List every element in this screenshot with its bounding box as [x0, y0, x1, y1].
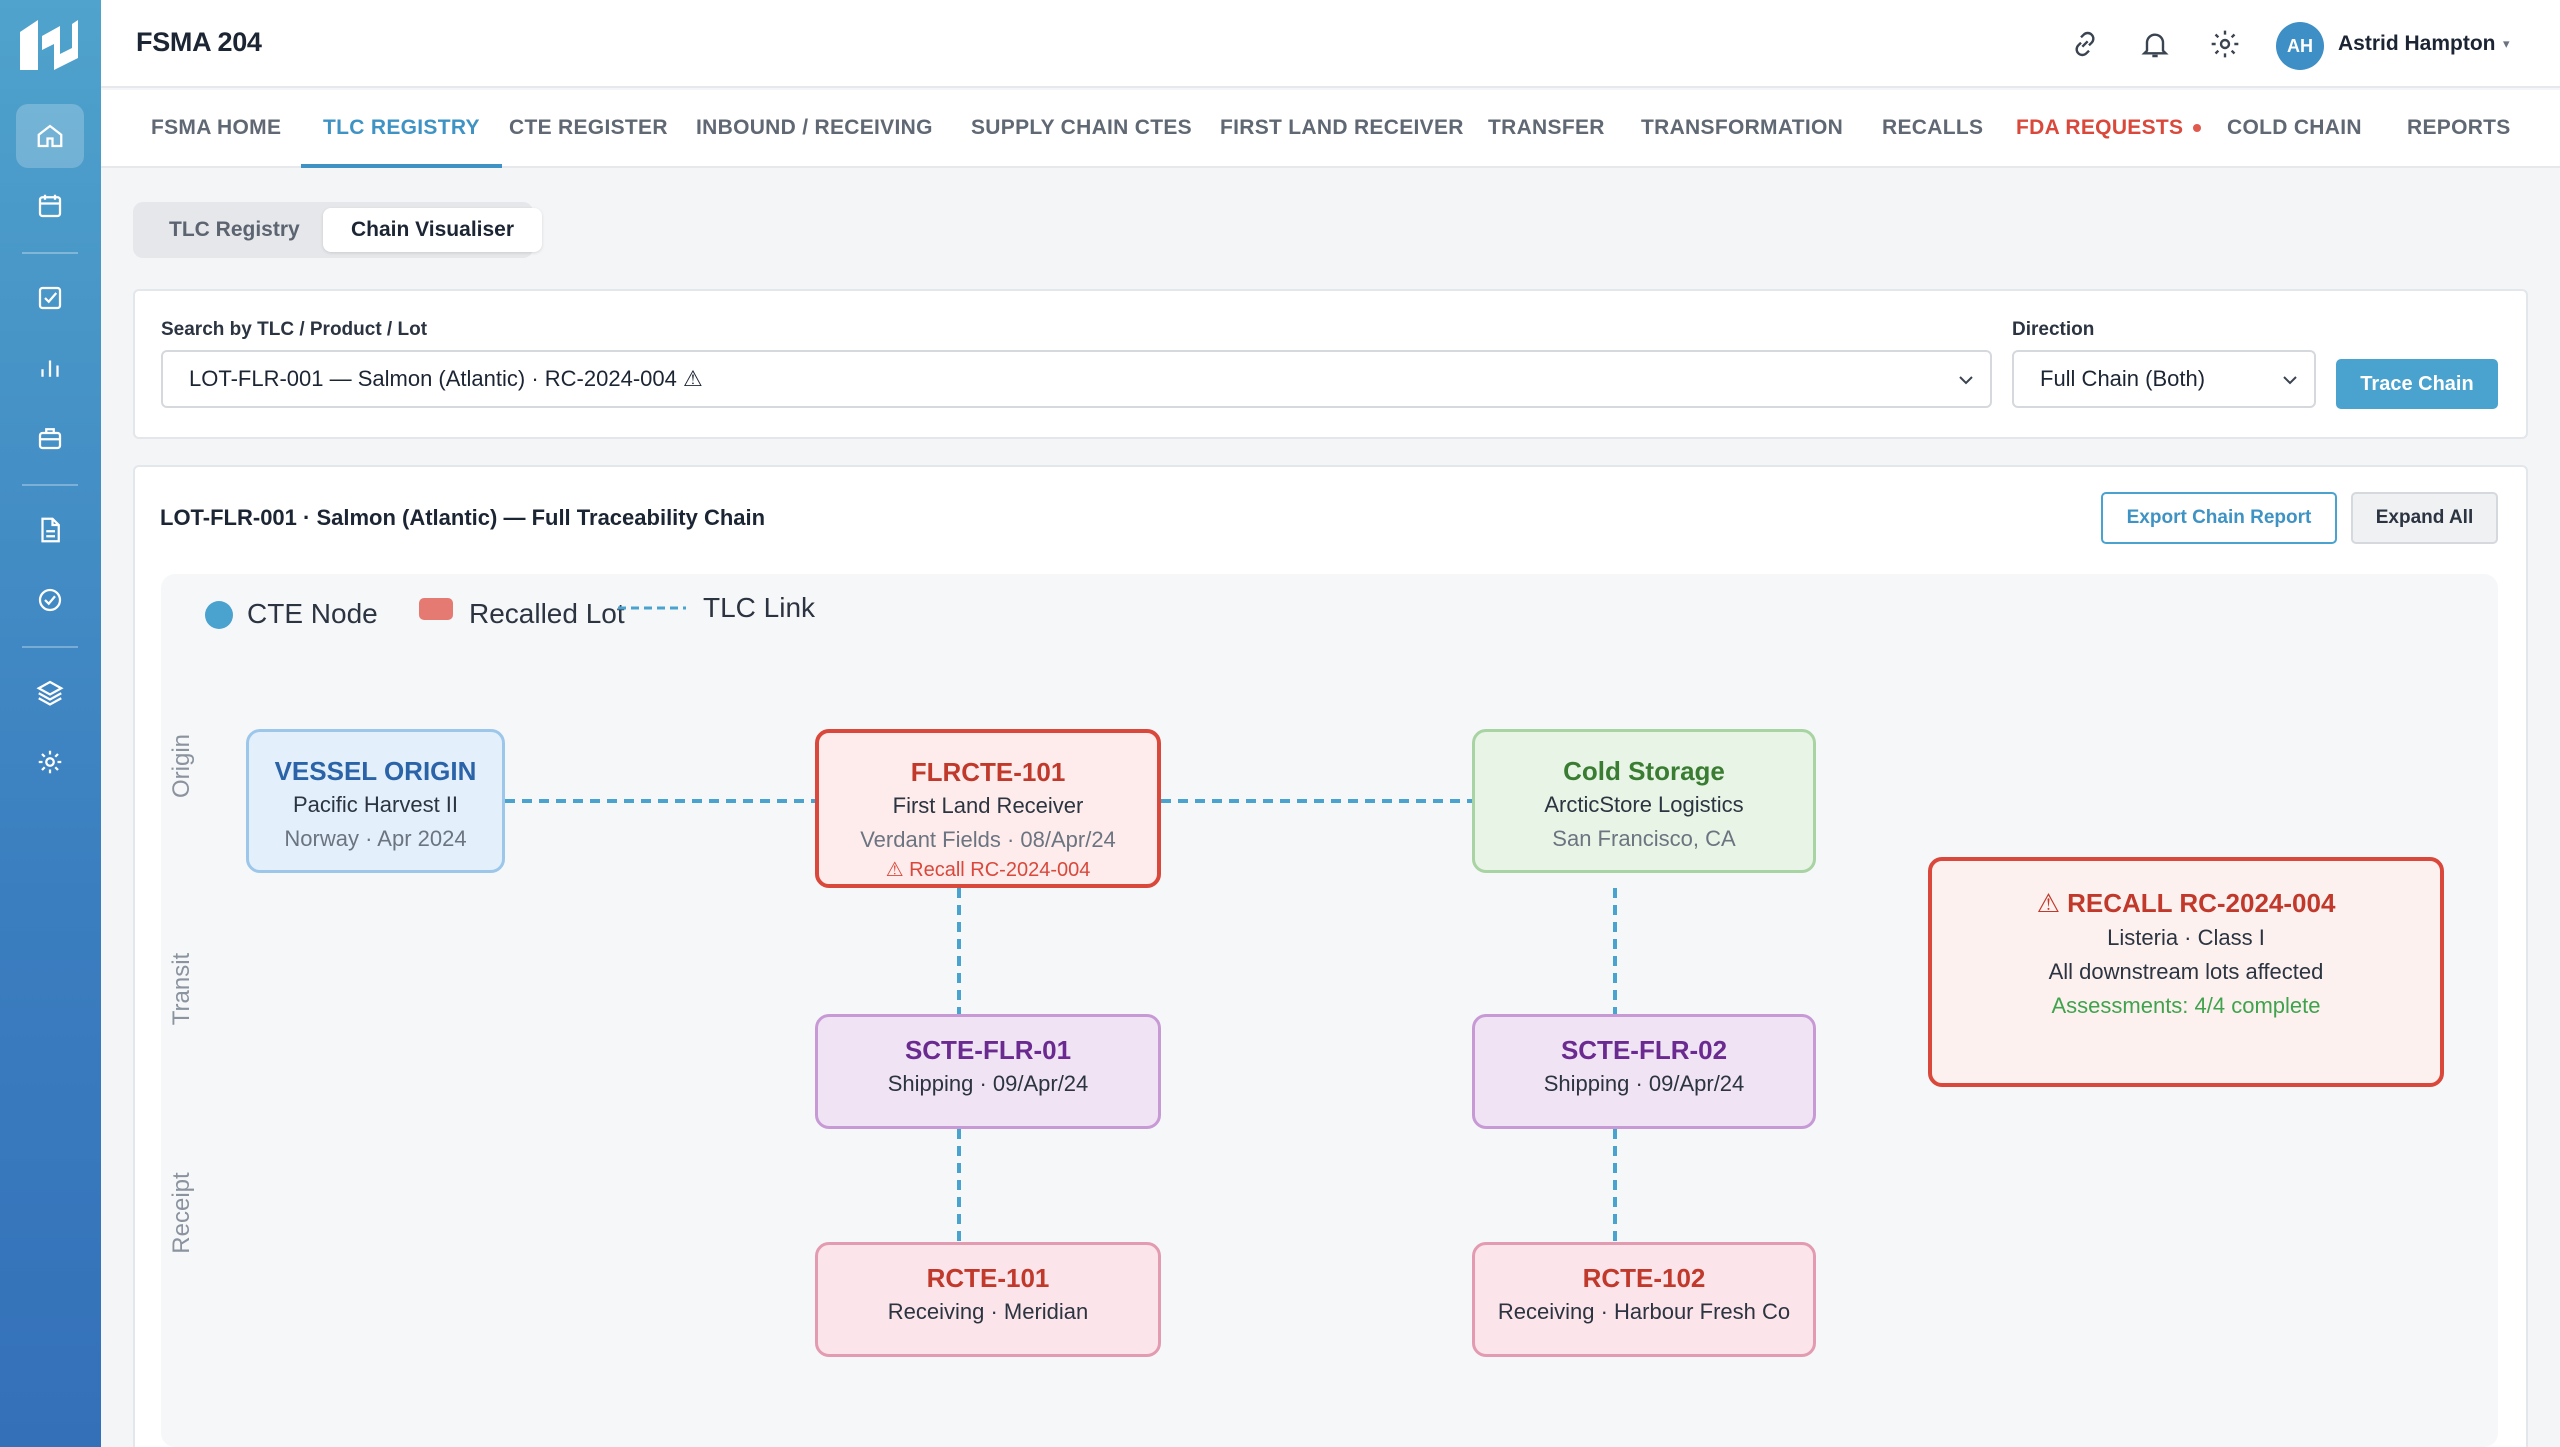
expand-all-button[interactable]: Expand All: [2351, 492, 2498, 544]
recall-assessment-status: Assessments: 4/4 complete: [2051, 993, 2321, 1018]
node-line: Pacific Harvest II: [292, 792, 459, 817]
sidebar-divider: [22, 252, 78, 254]
recall-scope: All downstream lots affected: [2048, 959, 2324, 984]
node-title: Cold Storage: [1563, 756, 1725, 786]
layers-icon[interactable]: [16, 660, 84, 724]
node-subline: San Francisco, CA: [1552, 826, 1736, 851]
trace-chain-button[interactable]: Trace Chain: [2336, 359, 2498, 409]
node-scte-flr-01[interactable]: SCTE-FLR-01 Shipping · 09/Apr/24: [815, 1014, 1161, 1129]
bell-icon[interactable]: [2138, 27, 2172, 61]
legend-cte-node: CTE Node: [247, 598, 378, 629]
sidebar-divider: [22, 484, 78, 486]
user-name[interactable]: Astrid Hampton: [2338, 32, 2496, 56]
tab-fda-requests-label: FDA REQUESTS: [2016, 116, 2184, 139]
legend-cte-node-swatch: [205, 601, 233, 629]
checkbox-icon[interactable]: [16, 266, 84, 330]
tab-supply-chain-ctes[interactable]: SUPPLY CHAIN CTES: [949, 90, 1214, 168]
node-flrcte-101[interactable]: FLRCTE-101 First Land Receiver Verdant F…: [815, 729, 1161, 888]
node-line: First Land Receiver: [892, 793, 1084, 818]
sidebar: [0, 0, 101, 1447]
search-label: Search by TLC / Product / Lot: [161, 319, 428, 340]
lane-label-origin: Origin: [168, 733, 195, 799]
tab-recalls[interactable]: RECALLS: [1860, 90, 2005, 168]
lane-label-receipt: Receipt: [168, 1172, 195, 1254]
chevron-down-icon: [1959, 376, 1973, 385]
subtab-tlc-registry[interactable]: TLC Registry: [141, 208, 328, 252]
link-icon[interactable]: [2068, 27, 2102, 61]
node-line: Shipping · 09/Apr/24: [887, 1071, 1089, 1096]
briefcase-icon[interactable]: [16, 406, 84, 470]
tab-cte-register[interactable]: CTE REGISTER: [487, 90, 690, 168]
node-title: VESSEL ORIGIN: [274, 756, 477, 786]
check-circle-icon[interactable]: [16, 568, 84, 632]
top-bar: FSMA 204: [101, 0, 2560, 88]
node-title: SCTE-FLR-02: [1560, 1035, 1728, 1065]
tab-transformation[interactable]: TRANSFORMATION: [1619, 90, 1865, 168]
chain-title: LOT-FLR-001 · Salmon (Atlantic) — Full T…: [160, 505, 766, 530]
sidebar-divider: [22, 646, 78, 648]
tab-cold-chain[interactable]: COLD CHAIN: [2205, 90, 2384, 168]
chevron-down-icon: [2283, 376, 2297, 385]
node-title: FLRCTE-101: [910, 757, 1066, 787]
direction-label: Direction: [2012, 319, 2095, 340]
app-title: FSMA 204: [136, 27, 262, 57]
tab-fda-requests[interactable]: FDA REQUESTS: [1994, 90, 2223, 168]
node-cold-storage[interactable]: Cold Storage ArcticStore Logistics San F…: [1472, 729, 1816, 873]
search-select-value: LOT-FLR-001 — Salmon (Atlantic) · RC-202…: [189, 366, 703, 391]
alert-dot-icon: [2193, 124, 2202, 133]
node-rcte-101[interactable]: RCTE-101 Receiving · Meridian: [815, 1242, 1161, 1357]
node-title: SCTE-FLR-01: [904, 1035, 1072, 1065]
recall-summary-card[interactable]: ⚠ RECALL RC-2024-004 Listeria · Class I …: [1928, 857, 2444, 1087]
tab-transfer[interactable]: TRANSFER: [1466, 90, 1627, 168]
node-subline: Norway · Apr 2024: [284, 826, 467, 851]
recall-title: ⚠ RECALL RC-2024-004: [2036, 888, 2336, 918]
export-chain-report-button[interactable]: Export Chain Report: [2101, 492, 2337, 544]
tab-fsma-home[interactable]: FSMA HOME: [129, 90, 303, 168]
node-scte-flr-02[interactable]: SCTE-FLR-02 Shipping · 09/Apr/24: [1472, 1014, 1816, 1129]
node-rcte-102[interactable]: RCTE-102 Receiving · Harbour Fresh Co: [1472, 1242, 1816, 1357]
tab-tlc-registry[interactable]: TLC REGISTRY: [301, 90, 502, 168]
node-vessel-origin[interactable]: VESSEL ORIGIN Pacific Harvest II Norway …: [246, 729, 505, 873]
tab-inbound-receiving[interactable]: INBOUND / RECEIVING: [674, 90, 955, 168]
lane-label-transit: Transit: [168, 952, 195, 1026]
legend-recalled-lot: Recalled Lot: [469, 598, 625, 629]
node-line: Receiving · Meridian: [887, 1299, 1089, 1324]
direction-select[interactable]: Full Chain (Both): [2012, 350, 2316, 408]
subtab-chain-visualiser[interactable]: Chain Visualiser: [323, 208, 543, 252]
user-avatar[interactable]: AH: [2276, 22, 2324, 70]
legend-recalled-lot-swatch: [419, 598, 453, 620]
settings-icon[interactable]: [16, 730, 84, 794]
tab-reports[interactable]: REPORTS: [2385, 90, 2533, 168]
recall-reason: Listeria · Class I: [2107, 925, 2265, 950]
direction-select-value: Full Chain (Both): [2040, 366, 2206, 391]
node-subline: Verdant Fields · 08/Apr/24: [860, 827, 1116, 852]
bar-chart-icon[interactable]: [16, 336, 84, 400]
node-title: RCTE-101: [926, 1263, 1050, 1293]
home-icon[interactable]: [16, 104, 84, 168]
gear-icon[interactable]: [2208, 27, 2242, 61]
main-tab-nav: FSMA HOME TLC REGISTRY CTE REGISTER INBO…: [101, 90, 2560, 168]
user-menu-caret[interactable]: ▾: [2503, 36, 2510, 52]
calendar-icon[interactable]: [16, 174, 84, 238]
node-line: Shipping · 09/Apr/24: [1543, 1071, 1745, 1096]
node-line: Receiving · Harbour Fresh Co: [1497, 1299, 1791, 1324]
document-icon[interactable]: [16, 498, 84, 562]
node-recall-alert: ⚠ Recall RC-2024-004: [885, 859, 1091, 881]
node-title: RCTE-102: [1582, 1263, 1706, 1293]
tab-first-land-receiver[interactable]: FIRST LAND RECEIVER: [1198, 90, 1486, 168]
node-line: ArcticStore Logistics: [1544, 792, 1744, 817]
legend-tlc-link: TLC Link: [703, 592, 816, 623]
legend-tlc-link-swatch: [618, 606, 686, 610]
search-select[interactable]: LOT-FLR-001 — Salmon (Atlantic) · RC-202…: [161, 350, 1992, 408]
app-logo[interactable]: [16, 14, 82, 74]
sub-tab-group: TLC Registry Chain Visualiser: [133, 202, 543, 258]
